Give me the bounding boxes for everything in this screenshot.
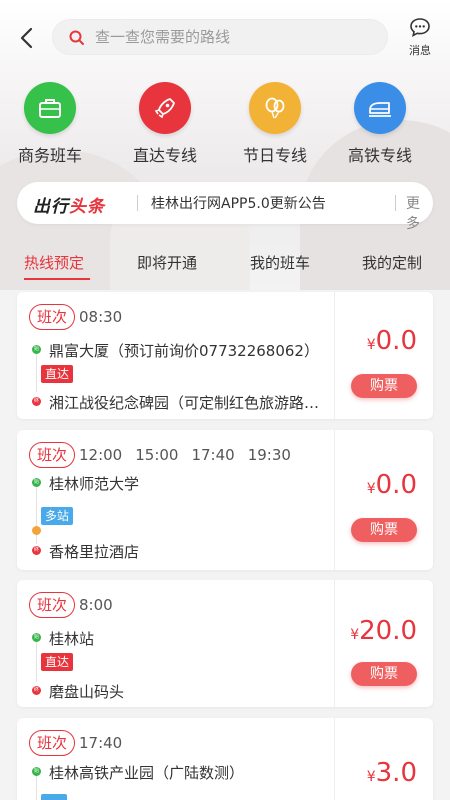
tab-hot-booking[interactable]: 热线预定	[24, 252, 84, 273]
category-holiday-line[interactable]: 节日专线	[225, 82, 325, 172]
route-type-tag: 直达	[41, 365, 74, 383]
tab-active-indicator	[24, 278, 90, 280]
category-label: 高铁专线	[347, 146, 412, 165]
message-button[interactable]: 消息	[400, 16, 440, 60]
end-dot: 终	[32, 686, 41, 695]
divider	[334, 430, 335, 570]
balloon-icon	[265, 97, 285, 119]
category-high-speed-rail-line[interactable]: 高铁专线	[330, 82, 430, 172]
shift-badge: 班次	[29, 592, 75, 618]
start-stop: 鼎富大厦（预订前询价07732268062）	[49, 342, 319, 360]
tab-my-custom[interactable]: 我的定制	[362, 252, 422, 273]
category-business-shuttle[interactable]: 商务班车	[0, 82, 100, 172]
news-headline-text[interactable]: 桂林出行网APP5.0更新公告	[151, 193, 326, 213]
buy-ticket-button[interactable]: 购票	[351, 518, 417, 542]
end-stop: 香格里拉酒店	[49, 543, 140, 561]
divider	[334, 580, 335, 707]
buy-ticket-button[interactable]: 购票	[351, 662, 417, 686]
departure-times: 12:00 15:00 17:40 19:30	[79, 446, 291, 464]
route-card[interactable]: 班次 08:30 始 鼎富大厦（预订前询价07732268062） 直达 终 湘…	[17, 292, 433, 419]
end-dot: 终	[32, 546, 41, 555]
divider	[334, 292, 335, 419]
ticket-price: ¥0.0	[366, 470, 417, 500]
back-button[interactable]	[14, 24, 42, 52]
category-icon-circle	[139, 82, 191, 134]
tab-my-shuttle[interactable]: 我的班车	[250, 252, 310, 273]
message-label: 消息	[409, 44, 431, 57]
category-label: 直达专线	[132, 146, 197, 165]
divider	[137, 195, 138, 211]
tab-coming-soon[interactable]: 即将开通	[137, 252, 197, 273]
route-type-tag: 直达	[41, 653, 74, 671]
divider	[395, 195, 396, 211]
chat-bubble-icon	[410, 18, 430, 38]
category-icon-circle	[249, 82, 301, 134]
start-dot: 始	[32, 345, 41, 354]
route-card[interactable]: 班次 12:00 15:00 17:40 19:30 始 桂林师范大学 多站 终 香格…	[17, 430, 433, 570]
category-label: 节日专线	[242, 146, 307, 165]
route-connector	[36, 774, 37, 800]
category-direct-line[interactable]: 直达专线	[115, 82, 215, 172]
route-connector	[36, 486, 37, 544]
tab-bar: 热线预定 即将开通 我的班车 我的定制	[0, 240, 450, 284]
departure-times: 08:30	[79, 308, 123, 326]
buy-ticket-button[interactable]: 购票	[351, 374, 417, 398]
route-connector	[36, 354, 37, 392]
divider	[334, 718, 335, 800]
start-dot: 始	[32, 767, 41, 776]
news-brand-logo: 出行头条	[33, 197, 105, 217]
train-icon	[369, 102, 391, 117]
start-stop: 桂林站	[49, 630, 95, 648]
mid-dot	[32, 526, 41, 535]
search-box[interactable]	[52, 19, 388, 55]
ticket-price: ¥20.0	[350, 616, 417, 646]
shift-badge: 班次	[29, 304, 75, 330]
ticket-price: ¥0.0	[366, 326, 417, 356]
route-card[interactable]: 班次 17:40 始 桂林高铁产业园（广陆数测） ¥3.0	[17, 718, 433, 800]
rocket-icon	[154, 98, 175, 119]
category-icon-circle	[354, 82, 406, 134]
route-type-tag: 多站	[41, 507, 74, 525]
end-dot: 终	[32, 397, 41, 406]
departure-times: 8:00	[79, 596, 113, 614]
shift-badge: 班次	[29, 442, 75, 468]
end-stop: 磨盘山码头	[49, 683, 125, 701]
top-bar: 消息	[0, 0, 450, 72]
briefcase-icon	[39, 99, 61, 118]
search-input[interactable]	[95, 20, 375, 54]
start-stop: 桂林高铁产业园（广陆数测）	[49, 764, 245, 782]
start-dot: 始	[32, 478, 41, 487]
chevron-left-icon	[20, 27, 33, 49]
shift-badge: 班次	[29, 730, 75, 756]
route-card[interactable]: 班次 8:00 始 桂林站 直达 终 磨盘山码头 ¥20.0 购票	[17, 580, 433, 707]
category-icon-circle	[24, 82, 76, 134]
route-type-tag	[41, 794, 67, 800]
start-dot: 始	[32, 633, 41, 642]
search-icon	[69, 30, 84, 45]
ticket-price: ¥3.0	[366, 758, 417, 788]
news-headline-bar[interactable]: 出行头条 桂林出行网APP5.0更新公告 更多	[17, 182, 433, 232]
start-stop: 桂林师范大学	[49, 475, 140, 493]
departure-times: 17:40	[79, 734, 123, 752]
more-link[interactable]: 更多	[406, 193, 433, 233]
end-stop: 湘江战役纪念碑园（可定制红色旅游路线）	[49, 394, 329, 412]
category-row: 商务班车 直达专线 节日专线 高铁专线	[0, 82, 450, 172]
category-label: 商务班车	[17, 146, 82, 165]
route-connector	[36, 642, 37, 682]
